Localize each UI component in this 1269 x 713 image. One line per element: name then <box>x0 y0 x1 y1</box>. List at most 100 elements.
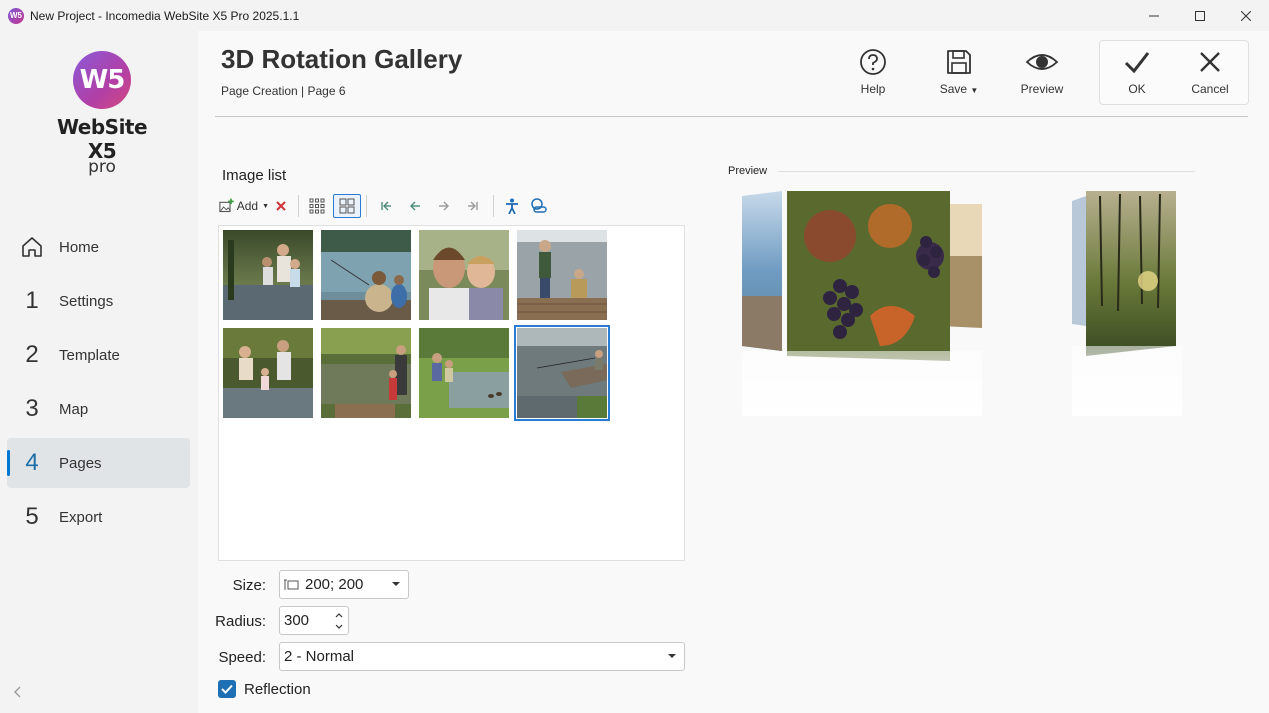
save-button[interactable]: Save ▼ <box>924 48 994 96</box>
add-image-icon <box>219 198 234 213</box>
small-thumbnails-button[interactable] <box>304 194 330 218</box>
sidebar-item-export[interactable]: 5 Export <box>7 492 190 542</box>
save-icon <box>947 50 971 74</box>
move-next-button[interactable] <box>430 194 458 218</box>
logo-edition: pro <box>88 157 116 177</box>
minimize-button[interactable] <box>1131 0 1177 31</box>
step-number: 1 <box>25 287 39 314</box>
grid-small-icon <box>309 198 325 214</box>
sidebar-nav: Home 1 Settings 2 Template 3 Map 4 Pages… <box>7 222 190 546</box>
logo-name: WebSite X5 <box>56 115 148 163</box>
preview-divider <box>778 171 1195 172</box>
toolbar-separator <box>366 195 367 217</box>
sidebar-item-label: Export <box>59 508 103 526</box>
close-icon <box>1241 10 1251 21</box>
window-title: New Project - Incomedia WebSite X5 Pro 2… <box>30 8 300 23</box>
toolbar-separator <box>493 195 494 217</box>
arrow-left-icon <box>410 201 420 211</box>
help-icon <box>860 49 886 75</box>
page-title: 3D Rotation Gallery <box>221 44 463 74</box>
maximize-button[interactable] <box>1177 0 1223 31</box>
size-select[interactable]: 200; 200 <box>279 570 409 599</box>
sidebar: W5 WebSite X5 pro Home 1 Settings 2 Temp… <box>0 31 198 713</box>
home-icon <box>13 235 51 259</box>
sidebar-item-label: Template <box>59 346 120 364</box>
size-label: Size: <box>232 577 266 594</box>
image-list-label: Image list <box>222 167 287 184</box>
toolbar-separator <box>298 195 299 217</box>
collapse-sidebar-button[interactable] <box>14 685 22 701</box>
chevron-down-icon: ▼ <box>262 202 269 210</box>
gallery-preview <box>730 186 1200 416</box>
preview-button[interactable]: Preview <box>1007 48 1077 96</box>
ok-button[interactable]: OK <box>1102 48 1172 96</box>
photo-thumbnail <box>321 328 411 418</box>
checkmark-icon <box>1124 52 1150 74</box>
reflection-checkbox[interactable] <box>218 680 236 698</box>
image-list-panel[interactable] <box>218 225 685 561</box>
sidebar-item-pages[interactable]: 4 Pages <box>7 438 190 488</box>
sidebar-item-home[interactable]: Home <box>7 222 190 272</box>
header-divider <box>215 116 1248 117</box>
help-label: Help <box>860 82 886 96</box>
preview-label: Preview <box>728 165 768 177</box>
save-label: Save <box>939 82 968 96</box>
move-last-icon <box>468 201 478 211</box>
app-icon: W5 <box>8 7 24 24</box>
speed-value: 2 - Normal <box>284 648 355 665</box>
accessibility-button[interactable] <box>499 194 525 218</box>
size-value: 200; 200 <box>305 576 364 593</box>
thumbnail-father-kissing-child[interactable] <box>419 230 509 320</box>
move-first-button[interactable] <box>372 194 400 218</box>
grid-large-icon <box>339 198 355 214</box>
link-icon <box>531 198 547 213</box>
thumbnail-family-by-lake[interactable] <box>223 230 313 320</box>
thumbnail-boys-on-dock[interactable] <box>517 230 607 320</box>
speed-select[interactable]: 2 - Normal <box>279 642 685 671</box>
thumbnail-kids-fishing-by-river[interactable] <box>419 328 509 418</box>
cancel-icon <box>1200 52 1220 72</box>
accessibility-icon <box>506 198 518 214</box>
large-thumbnails-button[interactable] <box>333 194 361 218</box>
maximize-icon <box>1195 10 1205 21</box>
move-last-button[interactable] <box>458 194 488 218</box>
image-list-toolbar: Add ▼ <box>219 193 553 219</box>
photo-thumbnail <box>419 230 509 320</box>
step-number: 4 <box>25 449 39 476</box>
help-button[interactable]: Help <box>838 48 908 96</box>
sidebar-item-label: Home <box>59 238 100 256</box>
add-image-button[interactable]: Add ▼ <box>219 194 269 218</box>
photo-thumbnail <box>419 328 509 418</box>
window-controls <box>1131 0 1269 31</box>
cancel-label: Cancel <box>1191 82 1229 96</box>
thumbnail-family-at-pond[interactable] <box>321 328 411 418</box>
thumbnail-father-and-son-fishing[interactable] <box>321 230 411 320</box>
close-button[interactable] <box>1223 0 1269 31</box>
sidebar-item-settings[interactable]: 1 Settings <box>7 276 190 326</box>
delete-icon <box>276 201 286 211</box>
breadcrumb: Page Creation | Page 6 <box>221 84 346 98</box>
sidebar-item-map[interactable]: 3 Map <box>7 384 190 434</box>
sidebar-item-label: Pages <box>59 454 102 472</box>
chevron-down-icon: ▼ <box>970 86 979 95</box>
arrow-right-icon <box>439 201 449 211</box>
ok-label: OK <box>1128 82 1146 96</box>
radius-stepper[interactable]: 300 <box>279 606 349 635</box>
move-previous-button[interactable] <box>400 194 430 218</box>
thumbnail-family-in-water[interactable] <box>223 328 313 418</box>
chevron-left-icon <box>14 686 21 698</box>
reflection-label: Reflection <box>244 681 311 698</box>
eye-icon <box>1025 54 1059 70</box>
step-number: 5 <box>25 503 39 530</box>
stepper-arrows-icon[interactable] <box>334 610 344 632</box>
photo-thumbnail <box>321 230 411 320</box>
thumbnail-dock-fishing-lake[interactable] <box>514 325 610 421</box>
chevron-down-icon <box>668 654 676 658</box>
sidebar-item-template[interactable]: 2 Template <box>7 330 190 380</box>
link-button[interactable] <box>525 194 553 218</box>
checkmark-icon <box>221 684 233 694</box>
photo-thumbnail <box>517 230 607 320</box>
delete-image-button[interactable] <box>269 194 293 218</box>
cancel-button[interactable]: Cancel <box>1175 48 1245 96</box>
add-label: Add <box>236 199 259 213</box>
